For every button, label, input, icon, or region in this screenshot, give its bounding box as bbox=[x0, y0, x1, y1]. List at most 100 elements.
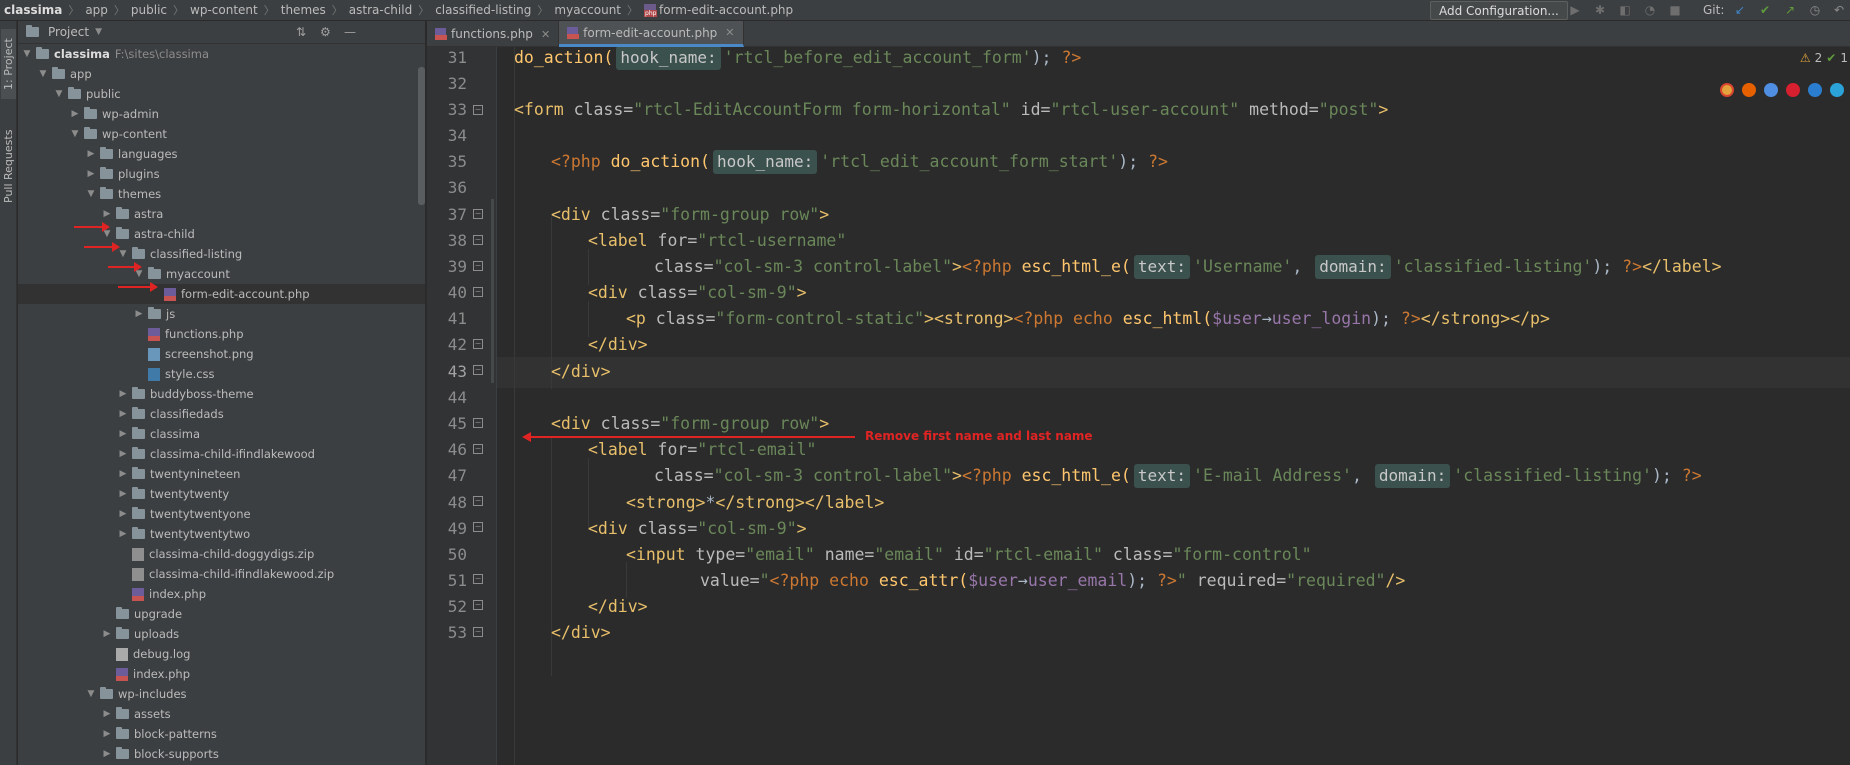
tree-item[interactable]: ▶ classima-child-ifindlakewood bbox=[18, 444, 425, 464]
tree-item[interactable]: ▼ wp-includes bbox=[18, 684, 425, 704]
tree-item[interactable]: ▶ uploads bbox=[18, 624, 425, 644]
chevron-right-icon[interactable]: ▶ bbox=[86, 149, 96, 159]
chevron-right-icon[interactable]: ▶ bbox=[118, 529, 128, 539]
code-line-31[interactable]: do_action(hook_name:'rtcl_before_edit_ac… bbox=[514, 47, 1850, 73]
opera-icon[interactable] bbox=[1786, 83, 1800, 97]
chevron-right-icon[interactable]: ▶ bbox=[118, 489, 128, 499]
chevron-right-icon[interactable]: ▶ bbox=[102, 749, 112, 759]
tree-item[interactable]: style.css bbox=[18, 364, 425, 384]
chevron-right-icon[interactable]: ▶ bbox=[118, 429, 128, 439]
collapse-all-icon[interactable]: ⇅ bbox=[296, 25, 306, 39]
inspection-widget[interactable]: ⚠ 2 ✔ 1 bbox=[1800, 49, 1848, 67]
fold-icon[interactable]: − bbox=[473, 444, 483, 454]
chevron-right-icon[interactable]: ▶ bbox=[118, 469, 128, 479]
chevron-down-icon[interactable]: ▼ bbox=[86, 189, 96, 199]
stop-icon[interactable]: ■ bbox=[1668, 3, 1682, 17]
tree-item-selected[interactable]: form-edit-account.php bbox=[18, 284, 425, 304]
git-push-icon[interactable]: ↗ bbox=[1783, 3, 1797, 17]
tree-item[interactable]: index.php bbox=[18, 584, 425, 604]
chevron-down-icon[interactable]: ▼ bbox=[70, 129, 80, 139]
code-line-53[interactable]: </div> bbox=[514, 617, 1850, 648]
breadcrumb-item[interactable]: app bbox=[85, 3, 108, 17]
debug-icon[interactable]: ✱ bbox=[1593, 3, 1607, 17]
breadcrumb-item[interactable]: myaccount bbox=[554, 3, 621, 17]
chevron-right-icon[interactable]: ▶ bbox=[134, 309, 144, 319]
tree-item[interactable]: ▶ twentytwentytwo bbox=[18, 524, 425, 544]
git-update-icon[interactable]: ↙ bbox=[1733, 3, 1747, 17]
chevron-right-icon[interactable]: ▶ bbox=[118, 389, 128, 399]
run-icon[interactable]: ▶ bbox=[1568, 3, 1582, 17]
fold-icon[interactable]: − bbox=[473, 235, 483, 245]
tree-item[interactable]: ▼ wp-content bbox=[18, 124, 425, 144]
chevron-right-icon[interactable]: ▶ bbox=[102, 209, 112, 219]
git-history-icon[interactable]: ◷ bbox=[1808, 3, 1822, 17]
tree-item[interactable]: debug.log bbox=[18, 644, 425, 664]
chevron-down-icon[interactable]: ▼ bbox=[38, 69, 48, 79]
fold-icon[interactable]: − bbox=[473, 287, 483, 297]
close-icon[interactable]: ✕ bbox=[725, 26, 734, 39]
tree-item[interactable]: functions.php bbox=[18, 324, 425, 344]
breadcrumb-item[interactable]: form-edit-account.php bbox=[659, 3, 793, 17]
breadcrumb-item[interactable]: classified-listing bbox=[435, 3, 531, 17]
tree-item[interactable]: ▶ classima bbox=[18, 424, 425, 444]
tree-item[interactable]: classima-child-doggydigs.zip bbox=[18, 544, 425, 564]
code-editor[interactable]: 31 32 33 34 35 36 37 38 39 40 41 42 43 4… bbox=[427, 47, 1850, 765]
git-commit-icon[interactable]: ✔ bbox=[1758, 3, 1772, 17]
fold-icon[interactable]: − bbox=[473, 365, 483, 375]
tab-form-edit-account-php[interactable]: form-edit-account.php ✕ bbox=[559, 21, 744, 47]
firefox-icon[interactable] bbox=[1742, 83, 1756, 97]
fold-icon[interactable]: − bbox=[473, 261, 483, 271]
chevron-right-icon[interactable]: ▶ bbox=[86, 169, 96, 179]
tree-item[interactable]: ▶ block-supports bbox=[18, 744, 425, 764]
code-line-35[interactable]: <?php do_action(hook_name:'rtcl_edit_acc… bbox=[514, 146, 1850, 177]
fold-icon[interactable]: − bbox=[473, 496, 483, 506]
chevron-down-icon[interactable]: ▼ bbox=[95, 27, 102, 37]
breadcrumb-item[interactable]: astra-child bbox=[349, 3, 412, 17]
breadcrumb-item[interactable]: themes bbox=[281, 3, 326, 17]
chevron-right-icon[interactable]: ▶ bbox=[118, 509, 128, 519]
fold-icon[interactable]: − bbox=[473, 105, 483, 115]
chevron-right-icon[interactable]: ▶ bbox=[70, 109, 80, 119]
hide-icon[interactable]: — bbox=[344, 25, 356, 39]
edge-icon[interactable] bbox=[1830, 83, 1844, 97]
tree-item[interactable]: ▶ js bbox=[18, 304, 425, 324]
git-rollback-icon[interactable]: ↶ bbox=[1832, 3, 1846, 17]
tree-item[interactable]: ▼ app bbox=[18, 64, 425, 84]
tree-item[interactable]: upgrade bbox=[18, 604, 425, 624]
chevron-down-icon[interactable]: ▼ bbox=[54, 89, 64, 99]
tree-item[interactable]: ▶ classifiedads bbox=[18, 404, 425, 424]
tree-item[interactable]: ▼ themes bbox=[18, 184, 425, 204]
tree-item[interactable]: ▼ myaccount bbox=[18, 264, 425, 284]
fold-icon[interactable]: − bbox=[473, 522, 483, 532]
chevron-right-icon[interactable]: ▶ bbox=[118, 449, 128, 459]
tab-functions-php[interactable]: functions.php ✕ bbox=[427, 21, 560, 47]
tree-item[interactable]: ▶ plugins bbox=[18, 164, 425, 184]
tree-item[interactable]: index.php bbox=[18, 664, 425, 684]
fold-icon[interactable]: − bbox=[473, 209, 483, 219]
code-line-33[interactable]: <form class="rtcl-EditAccountForm form-h… bbox=[514, 94, 1850, 125]
tree-scrollbar[interactable] bbox=[418, 67, 425, 205]
chrome-icon[interactable] bbox=[1720, 83, 1734, 97]
tree-item[interactable]: ▶ twentytwentyone bbox=[18, 504, 425, 524]
safari-icon[interactable] bbox=[1764, 83, 1778, 97]
gear-icon[interactable]: ⚙ bbox=[320, 25, 331, 39]
chevron-right-icon[interactable]: ▶ bbox=[102, 709, 112, 719]
tree-item[interactable]: ▶ twentynineteen bbox=[18, 464, 425, 484]
breadcrumb-item[interactable]: public bbox=[131, 3, 167, 17]
tree-item[interactable]: ▶ wp-admin bbox=[18, 104, 425, 124]
breadcrumb-item[interactable]: classima bbox=[4, 3, 62, 17]
chevron-right-icon[interactable]: ▶ bbox=[102, 729, 112, 739]
add-configuration-button[interactable]: Add Configuration... bbox=[1430, 1, 1568, 20]
tree-item[interactable]: ▶ twentytwenty bbox=[18, 484, 425, 504]
breadcrumb-item[interactable]: wp-content bbox=[190, 3, 258, 17]
fold-icon[interactable]: − bbox=[473, 418, 483, 428]
tree-item[interactable]: ▶ assets bbox=[18, 704, 425, 724]
chevron-right-icon[interactable]: ▶ bbox=[102, 629, 112, 639]
fold-icon[interactable]: − bbox=[473, 627, 483, 637]
tree-item[interactable]: ▶ buddyboss-theme bbox=[18, 384, 425, 404]
project-tool-tab[interactable]: 1: Project bbox=[1, 29, 16, 99]
tree-item-root[interactable]: ▼ classima F:\sites\classima bbox=[18, 44, 425, 64]
fold-icon[interactable]: − bbox=[473, 600, 483, 610]
tree-item[interactable]: classima-child-ifindlakewood.zip bbox=[18, 564, 425, 584]
tree-item[interactable]: screenshot.png bbox=[18, 344, 425, 364]
